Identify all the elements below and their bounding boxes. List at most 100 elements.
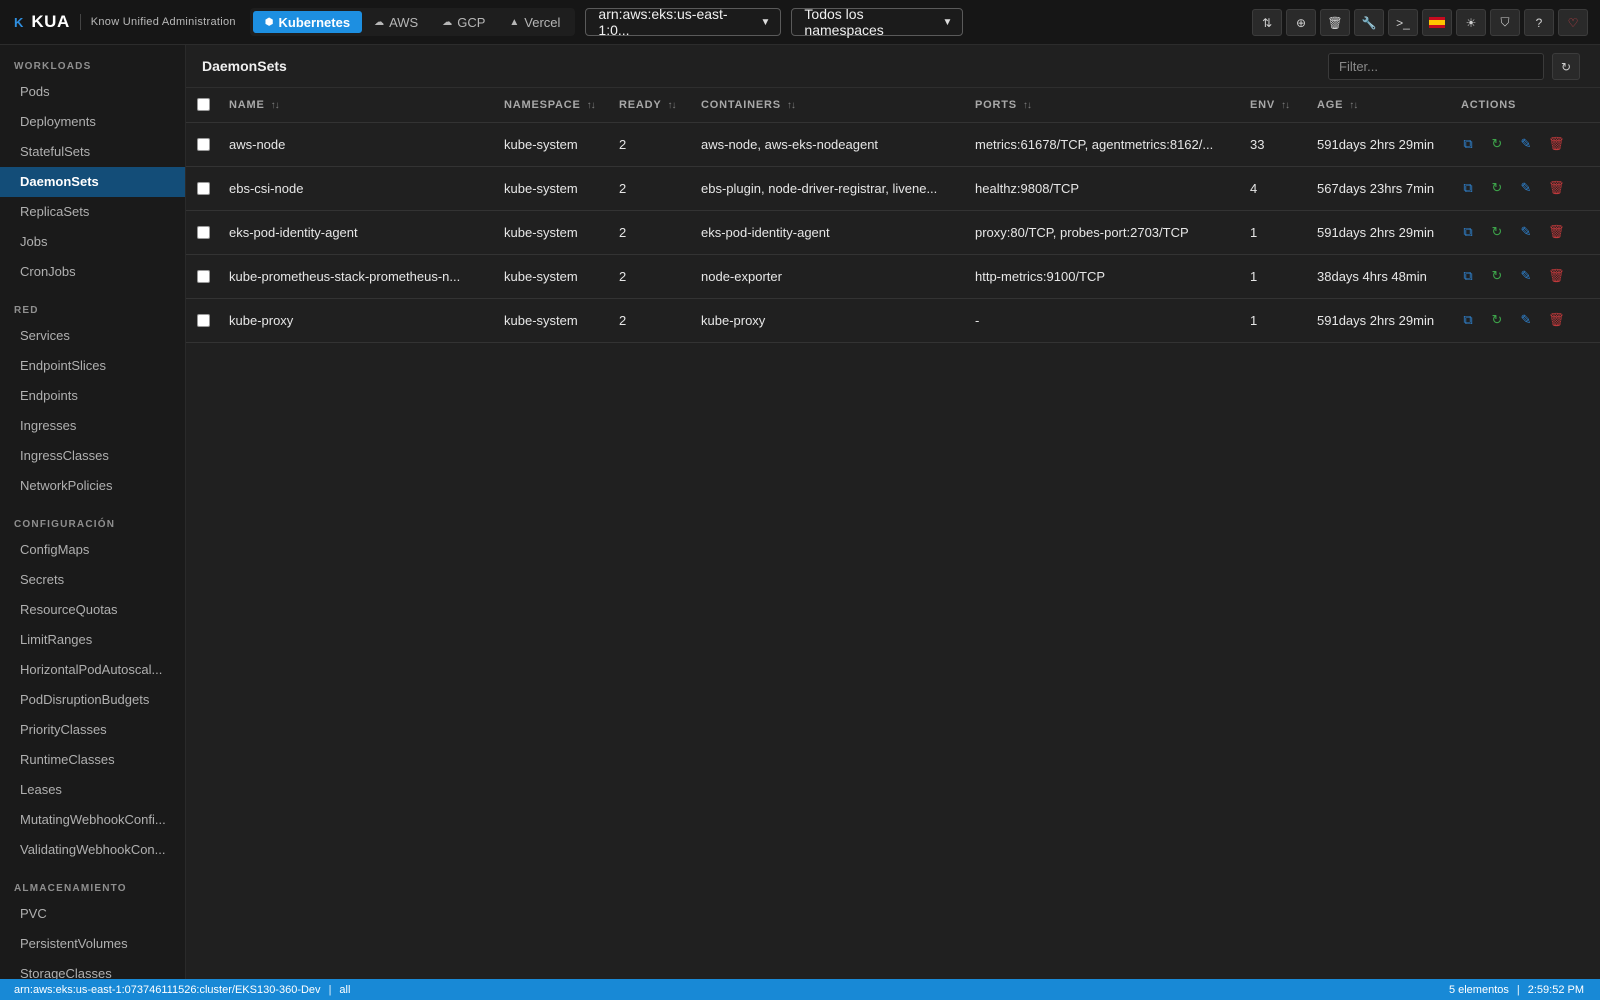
cell-ports: http-metrics:9100/TCP — [975, 254, 1250, 299]
heart-icon[interactable]: ♡ — [1558, 9, 1588, 36]
table-row[interactable]: ebs-csi-node kube-system 2 ebs-plugin, n… — [186, 166, 1600, 211]
delete-icon[interactable]: 🗑 — [1548, 312, 1565, 328]
restart-icon[interactable]: ↻ — [1490, 224, 1504, 240]
restart-icon[interactable]: ↻ — [1490, 136, 1504, 152]
copy-icon[interactable]: ⧉ — [1461, 268, 1475, 284]
copy-icon[interactable]: ⧉ — [1461, 224, 1475, 240]
sidebar-item-networkpolicies[interactable]: NetworkPolicies — [0, 471, 185, 501]
refresh-icon[interactable]: ↻ — [1552, 53, 1580, 80]
sidebar-item-cronjobs[interactable]: CronJobs — [0, 257, 185, 287]
select-all-checkbox[interactable] — [197, 98, 210, 112]
sidebar-item-daemonsets[interactable]: DaemonSets — [0, 167, 185, 197]
restart-icon[interactable]: ↻ — [1490, 268, 1504, 284]
cell-containers: aws-node, aws-eks-nodeagent — [701, 122, 975, 167]
sidebar-item-jobs[interactable]: Jobs — [0, 227, 185, 257]
sidebar-item-replicasets[interactable]: ReplicaSets — [0, 197, 185, 227]
sort-icon[interactable]: ↑↓ — [1281, 100, 1290, 111]
cell-env: 33 — [1250, 122, 1317, 167]
column-header-ports[interactable]: PORTS ↑↓ — [975, 88, 1250, 123]
delete-icon[interactable]: 🗑 — [1548, 136, 1565, 152]
sort-icon[interactable]: ↑↓ — [1023, 100, 1032, 111]
sort-icon[interactable]: ↑↓ — [271, 100, 280, 111]
sun-icon[interactable]: ☀ — [1456, 9, 1486, 36]
cluster-select[interactable]: arn:aws:eks:us-east-1:0... ▼ — [585, 6, 782, 38]
restart-icon[interactable]: ↻ — [1490, 180, 1504, 196]
sidebar-item-runtimeclasses[interactable]: RuntimeClasses — [0, 745, 185, 775]
port-forward-icon[interactable]: ⇅ — [1252, 9, 1282, 36]
provider-kubernetes[interactable]: ⬢ Kubernetes — [252, 11, 363, 33]
sort-icon[interactable]: ↑↓ — [787, 100, 796, 111]
sidebar-item-endpoints[interactable]: Endpoints — [0, 381, 185, 411]
sidebar-item-mutatingwebhookconfigurations[interactable]: MutatingWebhookConfi... — [0, 805, 185, 835]
edit-icon[interactable]: ✎ — [1519, 224, 1533, 240]
copy-icon[interactable]: ⧉ — [1461, 180, 1475, 196]
copy-icon[interactable]: ⧉ — [1461, 312, 1475, 328]
shield-icon[interactable]: ⛉ — [1490, 9, 1520, 36]
row-checkbox[interactable] — [197, 225, 210, 239]
sidebar-item-leases[interactable]: Leases — [0, 775, 185, 805]
cell-name[interactable]: ebs-csi-node — [229, 166, 504, 211]
delete-icon[interactable]: 🗑 — [1548, 268, 1565, 284]
sidebar-item-resourcequotas[interactable]: ResourceQuotas — [0, 595, 185, 625]
sidebar-item-configmaps[interactable]: ConfigMaps — [0, 535, 185, 565]
sidebar-item-pvc[interactable]: PVC — [0, 899, 185, 929]
namespace-select[interactable]: Todos los namespaces ▼ — [791, 6, 964, 38]
edit-icon[interactable]: ✎ — [1519, 268, 1533, 284]
sidebar-item-storageclasses[interactable]: StorageClasses — [0, 959, 185, 979]
sort-icon[interactable]: ↑↓ — [1349, 100, 1358, 111]
trash-icon[interactable]: 🗑 — [1320, 9, 1350, 36]
table-row[interactable]: aws-node kube-system 2 aws-node, aws-eks… — [186, 122, 1600, 167]
delete-icon[interactable]: 🗑 — [1548, 224, 1565, 240]
sort-icon[interactable]: ↑↓ — [668, 100, 677, 111]
wrench-icon[interactable]: 🔧 — [1354, 9, 1384, 36]
column-header-containers[interactable]: CONTAINERS ↑↓ — [701, 88, 975, 123]
sidebar-item-endpointslices[interactable]: EndpointSlices — [0, 351, 185, 381]
sidebar-item-horizontalpodautoscalers[interactable]: HorizontalPodAutoscal... — [0, 655, 185, 685]
edit-icon[interactable]: ✎ — [1519, 136, 1533, 152]
sidebar-item-pods[interactable]: Pods — [0, 77, 185, 107]
plus-circle-icon[interactable]: ⊕ — [1286, 9, 1316, 36]
filter-input[interactable] — [1328, 53, 1544, 80]
sidebar-item-validatingwebhookconfigurations[interactable]: ValidatingWebhookCon... — [0, 835, 185, 865]
cell-name[interactable]: kube-prometheus-stack-prometheus-n... — [229, 254, 504, 299]
terminal-icon[interactable]: >_ — [1388, 9, 1418, 36]
sidebar-item-ingressclasses[interactable]: IngressClasses — [0, 441, 185, 471]
cell-name[interactable]: kube-proxy — [229, 298, 504, 343]
row-checkbox[interactable] — [197, 137, 210, 151]
copy-icon[interactable]: ⧉ — [1461, 136, 1475, 152]
cell-name[interactable]: eks-pod-identity-agent — [229, 210, 504, 255]
sidebar-item-secrets[interactable]: Secrets — [0, 565, 185, 595]
sort-icon[interactable]: ↑↓ — [587, 100, 596, 111]
edit-icon[interactable]: ✎ — [1519, 180, 1533, 196]
sidebar-item-limitranges[interactable]: LimitRanges — [0, 625, 185, 655]
cell-name[interactable]: aws-node — [229, 122, 504, 167]
table-row[interactable]: kube-prometheus-stack-prometheus-n... ku… — [186, 254, 1600, 299]
provider-gcp[interactable]: ☁ GCP — [430, 11, 497, 33]
cluster-select-value: arn:aws:eks:us-east-1:0... — [598, 6, 728, 38]
provider-vercel[interactable]: ▲ Vercel — [497, 11, 572, 33]
sidebar-item-services[interactable]: Services — [0, 321, 185, 351]
column-header-age[interactable]: AGE ↑↓ — [1317, 88, 1461, 123]
row-checkbox[interactable] — [197, 313, 210, 327]
column-header-name[interactable]: NAME ↑↓ — [229, 88, 504, 123]
restart-icon[interactable]: ↻ — [1490, 312, 1504, 328]
column-header-env[interactable]: ENV ↑↓ — [1250, 88, 1317, 123]
table-row[interactable]: eks-pod-identity-agent kube-system 2 eks… — [186, 210, 1600, 255]
column-header-ready[interactable]: READY ↑↓ — [619, 88, 701, 123]
sidebar-item-priorityclasses[interactable]: PriorityClasses — [0, 715, 185, 745]
sidebar-item-persistentvolumes[interactable]: PersistentVolumes — [0, 929, 185, 959]
sidebar-item-statefulsets[interactable]: StatefulSets — [0, 137, 185, 167]
provider-aws[interactable]: ☁ AWS — [362, 11, 430, 33]
sidebar-item-deployments[interactable]: Deployments — [0, 107, 185, 137]
edit-icon[interactable]: ✎ — [1519, 312, 1533, 328]
delete-icon[interactable]: 🗑 — [1548, 180, 1565, 196]
row-checkbox[interactable] — [197, 181, 210, 195]
spain-flag-icon[interactable] — [1422, 9, 1452, 36]
table-row[interactable]: kube-proxy kube-system 2 kube-proxy - 1 … — [186, 298, 1600, 343]
column-header-namespace[interactable]: NAMESPACE ↑↓ — [504, 88, 619, 123]
sidebar-item-poddisruptionbudgets[interactable]: PodDisruptionBudgets — [0, 685, 185, 715]
help-icon[interactable]: ? — [1524, 9, 1554, 36]
row-checkbox[interactable] — [197, 269, 210, 283]
cell-env: 1 — [1250, 210, 1317, 255]
sidebar-item-ingresses[interactable]: Ingresses — [0, 411, 185, 441]
